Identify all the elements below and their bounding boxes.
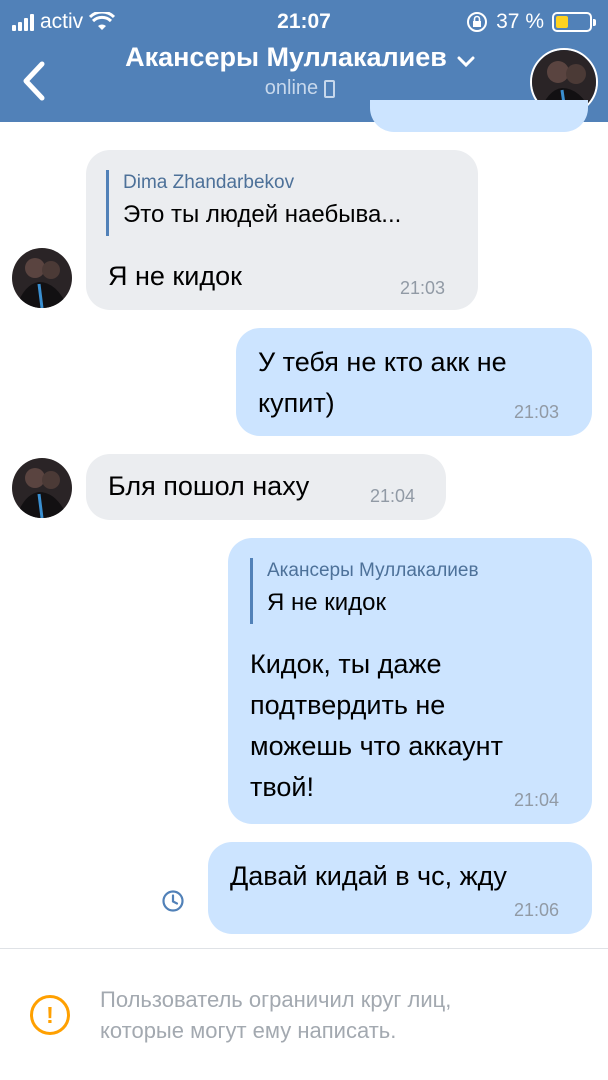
quote-author: Акансеры Муллакалиев [267, 560, 479, 581]
quote-author: Dima Zhandarbekov [123, 172, 295, 193]
message-line: твой! [250, 772, 315, 802]
divider [0, 948, 608, 949]
restriction-notice: Пользователь ограничил круг лиц, которые… [100, 984, 580, 1046]
message-bubble[interactable]: У тебя не кто акк не купит) 21:03 [236, 328, 592, 436]
notice-line: Пользователь ограничил круг лиц, [100, 987, 452, 1012]
quote-text: Это ты людей наебыва... [123, 201, 402, 228]
message-text: Давай кидай в чс, жду [230, 861, 507, 891]
message-time: 21:04 [514, 790, 560, 810]
phone-icon [324, 79, 336, 98]
chevron-down-icon[interactable] [457, 56, 475, 68]
message-bubble[interactable]: Давай кидай в чс, жду 21:06 [208, 842, 592, 934]
message-text: У тебя не кто акк не купит) [258, 342, 507, 424]
reply-quote[interactable]: Акансеры Муллакалиев Я не кидок [250, 558, 479, 624]
quote-text: Я не кидок [267, 589, 387, 616]
message-time: 21:04 [370, 486, 416, 506]
avatar[interactable] [12, 248, 72, 308]
message-line: подтвердить не [250, 690, 446, 720]
message-line: У тебя не кто акк не [258, 347, 507, 377]
contact-title[interactable]: Акансеры Муллакалиев online [90, 42, 510, 100]
message-bubble[interactable]: Бля пошол наху 21:04 [86, 454, 446, 520]
message-line: купит) [258, 388, 335, 418]
message-text: Бля пошол наху [108, 471, 310, 501]
message-bubble[interactable]: Dima Zhandarbekov Это ты людей наебыва..… [86, 150, 478, 310]
message-time: 21:03 [400, 278, 446, 298]
message-bubble[interactable]: Акансеры Муллакалиев Я не кидок Кидок, т… [228, 538, 592, 824]
message-text: Я не кидок [108, 261, 242, 291]
rotation-lock-icon [467, 12, 488, 32]
message-line: можешь что аккаунт [250, 731, 503, 761]
message-text: Кидок, ты даже подтвердить не можешь что… [250, 644, 503, 808]
status-bar: activ 21:07 37 % [0, 6, 608, 36]
exclamation-icon: ! [30, 995, 70, 1035]
notice-line: которые могут ему написать. [100, 1018, 397, 1043]
previous-message-bubble [370, 100, 588, 132]
online-status: online [264, 77, 319, 99]
contact-name[interactable]: Акансеры Муллакалиев [125, 42, 447, 73]
reply-quote[interactable]: Dima Zhandarbekov Это ты людей наебыва..… [106, 170, 401, 236]
avatar[interactable] [12, 458, 72, 518]
clock-icon [162, 890, 184, 912]
chevron-left-icon[interactable] [16, 58, 56, 104]
battery-icon [552, 12, 596, 32]
message-time: 21:03 [514, 402, 560, 422]
battery-percent: 37 % [496, 10, 544, 33]
message-line: Кидок, ты даже [250, 649, 442, 679]
message-time: 21:06 [514, 900, 560, 920]
